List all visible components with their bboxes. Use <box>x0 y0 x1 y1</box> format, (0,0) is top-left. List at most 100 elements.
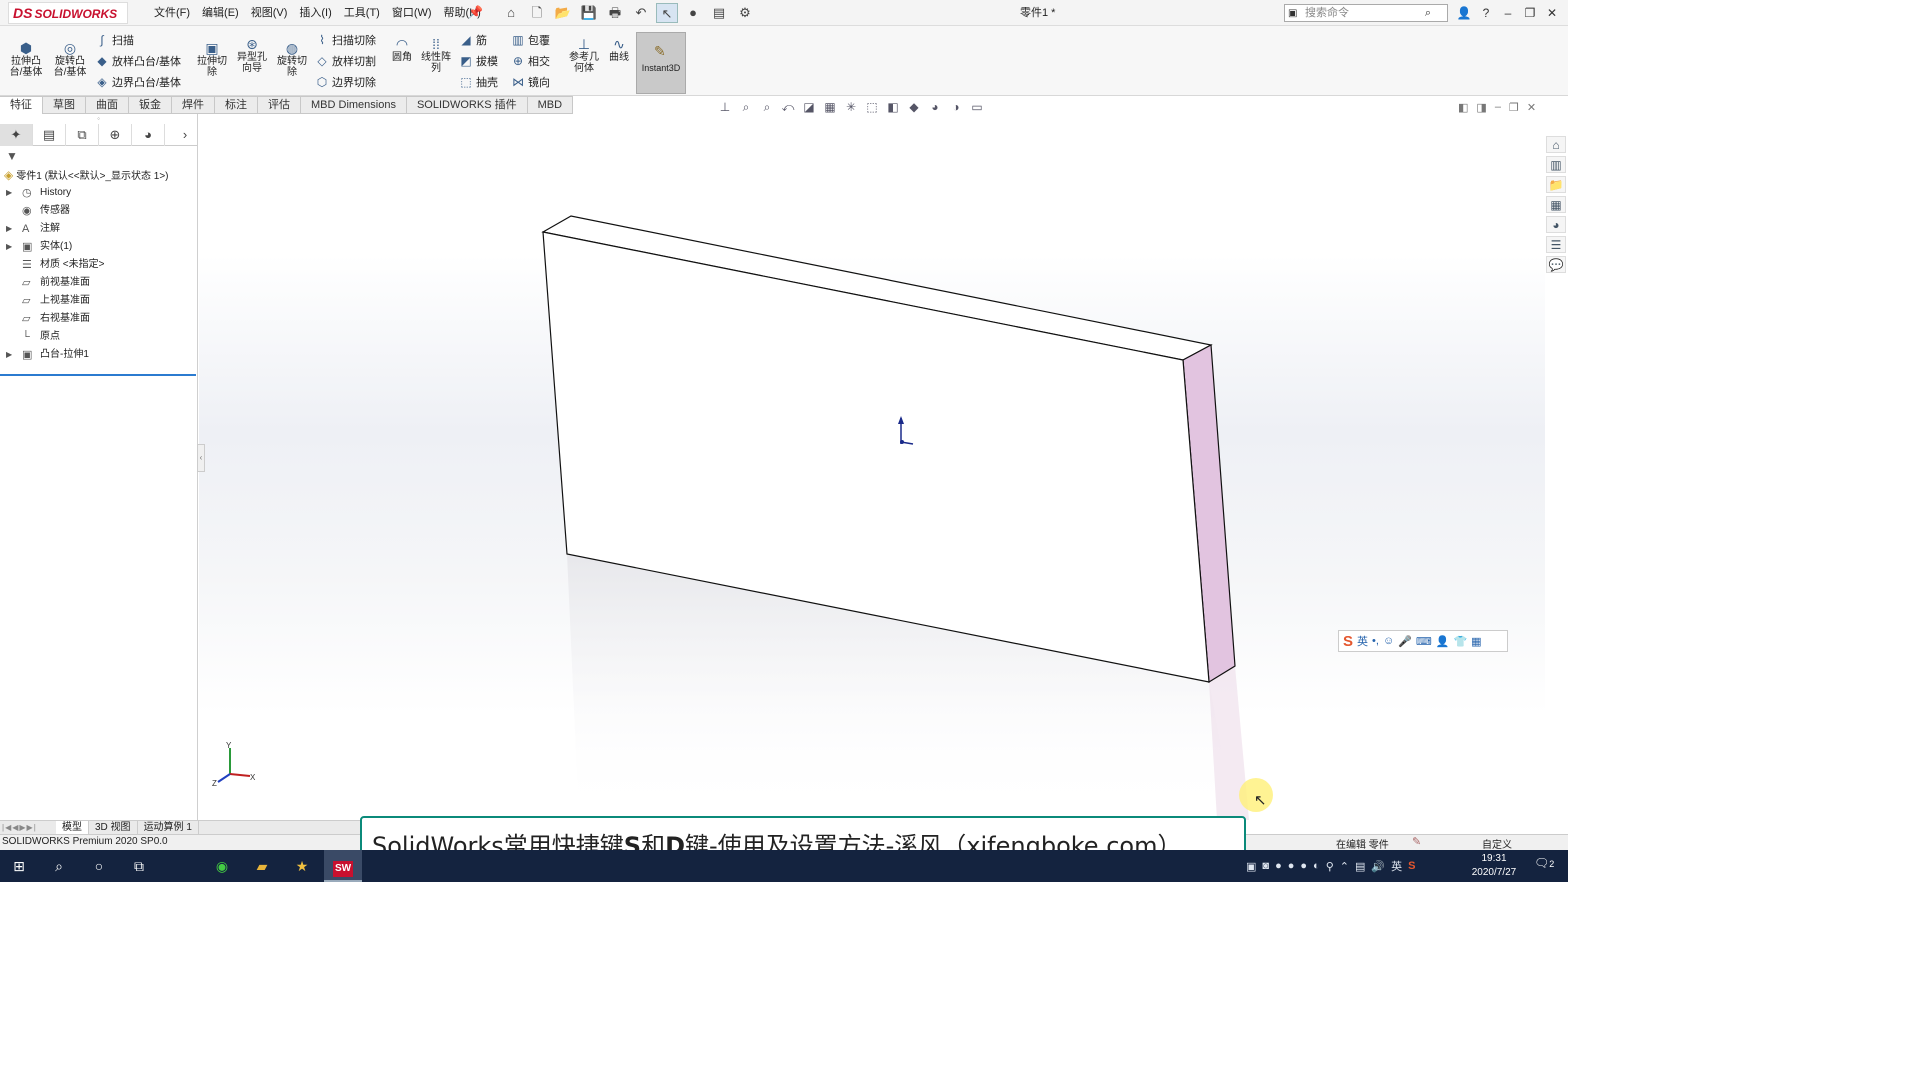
solidworks-taskbar-icon[interactable]: SW <box>324 850 362 882</box>
emoji-icon[interactable]: ☺ <box>1383 635 1394 647</box>
edit-appearance-icon[interactable]: ◕ <box>926 100 944 115</box>
tree-item-sensors[interactable]: ◉ 传感器 <box>0 202 197 220</box>
tree-item-front-plane[interactable]: ▱ 前视基准面 <box>0 274 197 292</box>
tab-motion-study-1[interactable]: 运动算例 1 <box>138 821 199 834</box>
boundary-boss-button[interactable]: ◈ 边界凸台/基体 <box>94 74 181 91</box>
pin-menu-icon[interactable]: 📌 <box>468 5 483 19</box>
zoom-area-icon[interactable]: ⌕ <box>758 100 776 115</box>
tray-expand-icon[interactable]: ⌃ <box>1340 860 1349 873</box>
hide-show-items-icon[interactable]: ◆ <box>905 100 923 115</box>
usb-icon[interactable]: ⚲ <box>1326 860 1334 873</box>
new-document-icon[interactable]: 🗋 <box>526 3 548 23</box>
boundary-cut-button[interactable]: ⬡ 边界切除 <box>314 74 376 91</box>
tab-sheet-metal[interactable]: 钣金 <box>129 96 172 114</box>
tree-item-annotations[interactable]: ▶ A 注解 <box>0 220 197 238</box>
wrap-button[interactable]: ▥ 包覆 <box>510 32 550 49</box>
tray-app-icon[interactable]: ▣ <box>1246 860 1256 873</box>
view-settings-monitor-icon[interactable]: ▭ <box>968 100 986 115</box>
tab-surfaces[interactable]: 曲面 <box>86 96 129 114</box>
loft-boss-button[interactable]: ◆ 放样凸台/基体 <box>94 53 181 70</box>
microphone-icon[interactable]: 🎤 <box>1398 635 1412 648</box>
user-avatar-icon[interactable]: 👤 <box>1436 635 1450 648</box>
view-setting-icon[interactable]: ✳ <box>842 100 860 115</box>
menu-file[interactable]: 文件(F) <box>148 0 196 26</box>
browser-app-icon[interactable]: ◉ <box>204 850 240 882</box>
reference-geometry-button[interactable]: ⊥ 参考几何体 <box>566 36 602 74</box>
tab-markup[interactable]: 标注 <box>215 96 258 114</box>
graphics-restore-icon[interactable]: ❐ <box>1509 101 1519 114</box>
toolbox-grid-icon[interactable]: ▦ <box>1471 635 1481 648</box>
revolve-boss-button[interactable]: ◎ 旋转凸台/基体 <box>50 40 90 78</box>
expand-arrow-icon[interactable]: ▶ <box>6 220 12 238</box>
graphics-minimize-icon[interactable]: – <box>1495 101 1501 114</box>
tray-app-icon[interactable]: ◙ <box>1262 860 1269 872</box>
linear-pattern-button[interactable]: ⁞⁞ 线性阵列 <box>418 36 454 74</box>
menu-edit[interactable]: 编辑(E) <box>196 0 245 26</box>
property-manager-tab-icon[interactable]: ▤ <box>33 124 66 146</box>
more-tabs-chevron-icon[interactable]: › <box>179 124 191 146</box>
appearances-scenes-icon[interactable]: ◕ <box>1546 216 1566 233</box>
restore-icon[interactable]: ❐ <box>1522 3 1538 23</box>
sogou-tray-icon[interactable]: S <box>1408 860 1415 872</box>
feature-manager-tab-icon[interactable]: ✦ <box>0 124 33 146</box>
search-scope-icon[interactable]: ▣ <box>1288 6 1297 22</box>
favorites-star-app-icon[interactable]: ★ <box>284 850 320 882</box>
solidworks-logo[interactable]: DS SOLIDWORKS <box>8 2 128 24</box>
custom-properties-icon[interactable]: ☰ <box>1546 236 1566 253</box>
dimxpert-manager-tab-icon[interactable]: ⊕ <box>99 124 132 146</box>
tab-evaluate[interactable]: 评估 <box>258 96 301 114</box>
tab-sketch[interactable]: 草图 <box>43 96 86 114</box>
lofted-cut-button[interactable]: ◇ 放样切割 <box>314 53 376 70</box>
windows-start-icon[interactable]: ⊞ <box>4 850 34 882</box>
close-icon[interactable]: ✕ <box>1544 3 1560 23</box>
fillet-button[interactable]: ◠ 圆角 <box>388 36 416 63</box>
menu-insert[interactable]: 插入(I) <box>293 0 337 26</box>
minimize-icon[interactable]: – <box>1500 3 1516 23</box>
solidworks-resources-icon[interactable]: ⌂ <box>1546 136 1566 153</box>
save-icon[interactable]: 💾 <box>578 3 600 23</box>
tree-item-material[interactable]: ☰ 材质 <未指定> <box>0 256 197 274</box>
mirror-button[interactable]: ⋈ 镜向 <box>510 74 550 91</box>
configuration-manager-tab-icon[interactable]: ⧉ <box>66 124 99 146</box>
curves-button[interactable]: ∿ 曲线 <box>604 36 634 63</box>
punctuation-icon[interactable]: •, <box>1372 635 1379 647</box>
panel-grip[interactable]: ◦ <box>0 114 197 124</box>
left-panel-toggle-icon[interactable]: ◧ <box>1458 101 1468 114</box>
apply-scene-icon[interactable]: ◑ <box>947 100 965 115</box>
tree-item-boss-extrude1[interactable]: ▶ ▣ 凸台-拉伸1 <box>0 346 197 364</box>
tab-solidworks-addins[interactable]: SOLIDWORKS 插件 <box>406 96 528 114</box>
system-clock[interactable]: 19:31 2020/7/27 <box>1466 852 1522 880</box>
user-icon[interactable]: 👤 <box>1456 3 1472 23</box>
tree-item-top-plane[interactable]: ▱ 上视基准面 <box>0 292 197 310</box>
tree-item-origin[interactable]: └ 原点 <box>0 328 197 346</box>
tab-mbd-dimensions[interactable]: MBD Dimensions <box>301 96 407 114</box>
network-icon[interactable]: ▤ <box>1355 860 1365 873</box>
expand-arrow-icon[interactable]: ▶ <box>6 184 12 202</box>
options-gear-icon[interactable]: ⚙ <box>734 3 756 23</box>
rib-button[interactable]: ◢ 筋 <box>458 32 487 49</box>
rebuild-status-icon[interactable]: ✎ <box>1412 835 1421 848</box>
tray-app-icon[interactable]: ◐ <box>1313 860 1320 872</box>
wechat-icon[interactable]: ● <box>1288 860 1295 872</box>
task-view-icon[interactable]: ⧉ <box>124 850 154 882</box>
display-manager-tab-icon[interactable]: ◕ <box>132 124 165 146</box>
home-icon[interactable]: ⌂ <box>500 3 522 23</box>
graphics-area[interactable]: ↖ <box>199 114 1545 820</box>
view-orientation-axis-icon[interactable]: ⊥ <box>716 100 734 115</box>
extrude-boss-button[interactable]: ⬢ 拉伸凸台/基体 <box>6 40 46 78</box>
sweep-button[interactable]: ∫ 扫描 <box>94 32 134 49</box>
draft-button[interactable]: ◩ 拔模 <box>458 53 498 70</box>
tab-weldments[interactable]: 焊件 <box>172 96 215 114</box>
rebuild-icon[interactable]: ● <box>682 3 704 23</box>
tree-item-right-plane[interactable]: ▱ 右视基准面 <box>0 310 197 328</box>
swept-cut-button[interactable]: ⌇ 扫描切除 <box>314 32 376 49</box>
menu-window[interactable]: 窗口(W) <box>386 0 438 26</box>
revolve-cut-button[interactable]: ◍ 旋转切除 <box>274 40 310 78</box>
ime-mode[interactable]: 英 <box>1357 633 1368 649</box>
status-units[interactable]: 自定义 <box>1482 836 1512 851</box>
open-folder-icon[interactable]: 📂 <box>552 3 574 23</box>
hole-wizard-button[interactable]: ⊛ 异型孔向导 <box>234 36 270 74</box>
panel-collapse-handle[interactable]: ‹ <box>197 444 205 472</box>
skin-shirt-icon[interactable]: 👕 <box>1453 635 1467 648</box>
tray-app-icon[interactable]: ● <box>1300 860 1307 872</box>
